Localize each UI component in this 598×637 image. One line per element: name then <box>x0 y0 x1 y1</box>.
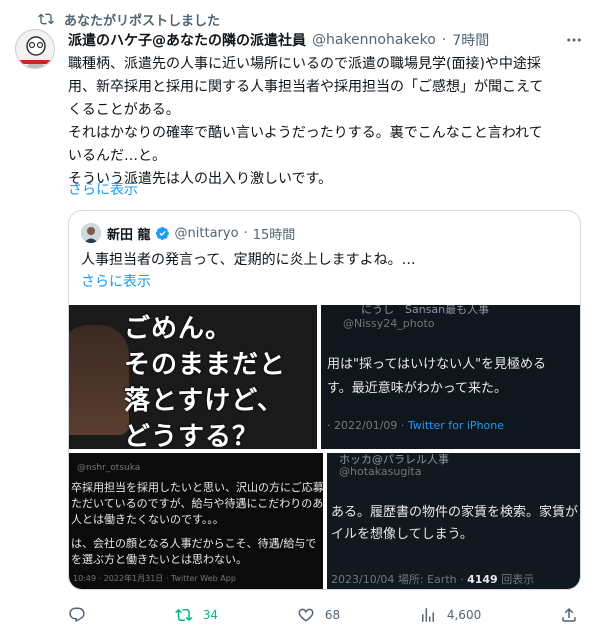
image-text-line: す。最近意味がわかって来た。 <box>327 381 508 396</box>
share-icon <box>562 607 576 622</box>
more-options-icon[interactable] <box>564 30 584 50</box>
quoted-show-more-link[interactable]: さらに表示 <box>81 271 151 291</box>
like-count: 68 <box>324 608 341 622</box>
repost-count: 34 <box>202 608 219 622</box>
heart-icon <box>298 608 314 622</box>
image-text-line: 人とは働きたくないのです。。。 <box>71 513 224 526</box>
image-handle: @Nissy24_photo <box>343 317 435 330</box>
caption-line: そのままだと <box>124 350 287 380</box>
image-footer-date: · 2022/01/09 · <box>327 419 405 432</box>
quoted-tweet[interactable]: 新田 龍 @nittaryo · 15時間 人事担当者の発言って、定期的に炎上し… <box>68 210 581 590</box>
quoted-author-avatar[interactable] <box>81 223 101 243</box>
views-count: 4,600 <box>446 608 482 622</box>
image-text-line: を選ぶ方と働きたいとは思わない。 <box>71 553 247 566</box>
repost-button[interactable]: 34 <box>174 606 219 624</box>
quoted-author-name[interactable]: 新田 龍 <box>107 224 151 243</box>
media-image-2[interactable]: にうし Sansan最も人事 @Nissy24_photo 用は"採ってはいけな… <box>321 305 580 449</box>
quoted-tweet-time[interactable]: 15時間 <box>253 224 296 243</box>
image-caption: ごめん。 そのままだと 落とすけど、 どうする？ <box>124 311 286 449</box>
author-name[interactable]: 派遣のハケ子@あなたの隣の派遣社員 <box>68 30 306 50</box>
image-text-line: 用は"採ってはいけない人"を見極める <box>327 357 547 372</box>
repost-icon <box>38 13 54 25</box>
media-image-3[interactable]: @nshr_otsuka 卒採用担当を採用したいと思い、沢山の方にご応募 ただい… <box>69 453 323 589</box>
tweet-text: 職種柄、派遣先の人事に近い場所にいるので派遣の職場見学(面接)や中途採 用、新卒… <box>68 53 584 191</box>
views-icon <box>421 608 434 622</box>
image-name-fragment: にうし Sansan最も人事 <box>361 305 490 316</box>
image-views-label: 回表示 <box>501 573 535 586</box>
tweet-text-line: いるんだ…と。 <box>68 148 166 164</box>
repost-label: あなたがリポストしました <box>64 13 221 29</box>
verified-badge-icon <box>155 226 169 241</box>
tweet-text-line: それはかなりの確率で酷い言いようだったりする。裏でこんなこと言われて <box>68 125 543 141</box>
media-image-4[interactable]: ホッカ@パラレル人事 @hotakasugita ある。履歴書の物件の家賃を検索… <box>327 453 580 589</box>
action-bar: 34 68 4,600 <box>68 606 578 624</box>
repost-icon <box>174 608 193 622</box>
reply-button[interactable] <box>68 606 96 624</box>
separator-dot: · <box>441 32 447 48</box>
image-handle: @nshr_otsuka <box>77 463 141 473</box>
caption-line: どうする？ <box>124 422 260 449</box>
tweet-text-line: 用、新卒採用と採用に関する人事担当者や採用担当の「ご感想」が聞こえて <box>68 79 544 95</box>
image-text-line: イルを想像してしまう。 <box>331 527 473 542</box>
quoted-tweet-text: 人事担当者の発言って、定期的に炎上しますよね。… <box>81 252 416 268</box>
image-footer: 10:49 · 2022年1月31日 · Twitter Web App <box>73 574 236 583</box>
reply-icon <box>69 607 85 623</box>
image-text-line: ある。履歴書の物件の家賃を検索。家賃が <box>331 505 579 520</box>
quoted-tweet-header: 新田 龍 @nittaryo · 15時間 <box>107 224 295 243</box>
person-silhouette <box>69 325 129 435</box>
image-footer-date: 2023/10/04 場所: Earth · <box>331 573 464 586</box>
tweet-text-line: そういう派遣先は人の出入り激しいです。 <box>68 171 333 187</box>
author-handle[interactable]: @hakennohakeko <box>312 32 436 48</box>
image-views-count: 4149 <box>467 573 498 586</box>
image-footer-app: Twitter for iPhone <box>407 419 505 432</box>
caption-line: 落とすけど、 <box>124 386 284 416</box>
image-text-line: は、会社の顔となる人事だからこそ、待遇/給与で <box>71 537 317 550</box>
repost-indicator: あなたがリポストしました <box>38 9 220 29</box>
image-footer: · 2022/01/09 · Twitter for iPhone <box>327 419 504 432</box>
share-button[interactable] <box>560 606 578 624</box>
image-footer: 2023/10/04 場所: Earth · 4149 回表示 <box>331 571 534 587</box>
image-handle: @hotakasugita <box>339 465 422 478</box>
media-grid: ごめん。 そのままだと 落とすけど、 どうする？ にうし Sansan最も人事 … <box>69 305 580 589</box>
tweet-text-line: くることがある。 <box>68 102 180 118</box>
quoted-author-handle[interactable]: @nittaryo <box>175 226 239 241</box>
tweet-text-line: 職種柄、派遣先の人事に近い場所にいるので派遣の職場見学(面接)や中途採 <box>68 56 541 72</box>
like-button[interactable]: 68 <box>297 606 340 624</box>
tweet-time[interactable]: 7時間 <box>452 30 489 50</box>
caption-line: ごめん。 <box>124 314 233 344</box>
image-text-line: ただいているのですが、給与や待遇にこだわりのあ <box>71 497 323 510</box>
author-avatar[interactable] <box>15 29 55 69</box>
image-text-line: 卒採用担当を採用したいと思い、沢山の方にご応募 <box>71 481 323 494</box>
media-image-1[interactable]: ごめん。 そのままだと 落とすけど、 どうする？ <box>69 305 317 449</box>
views-button[interactable]: 4,600 <box>419 606 481 624</box>
show-more-link[interactable]: さらに表示 <box>68 179 138 199</box>
tweet-header: 派遣のハケ子@あなたの隣の派遣社員 @hakennohakeko · 7時間 <box>68 30 558 50</box>
separator-dot: · <box>243 226 248 241</box>
